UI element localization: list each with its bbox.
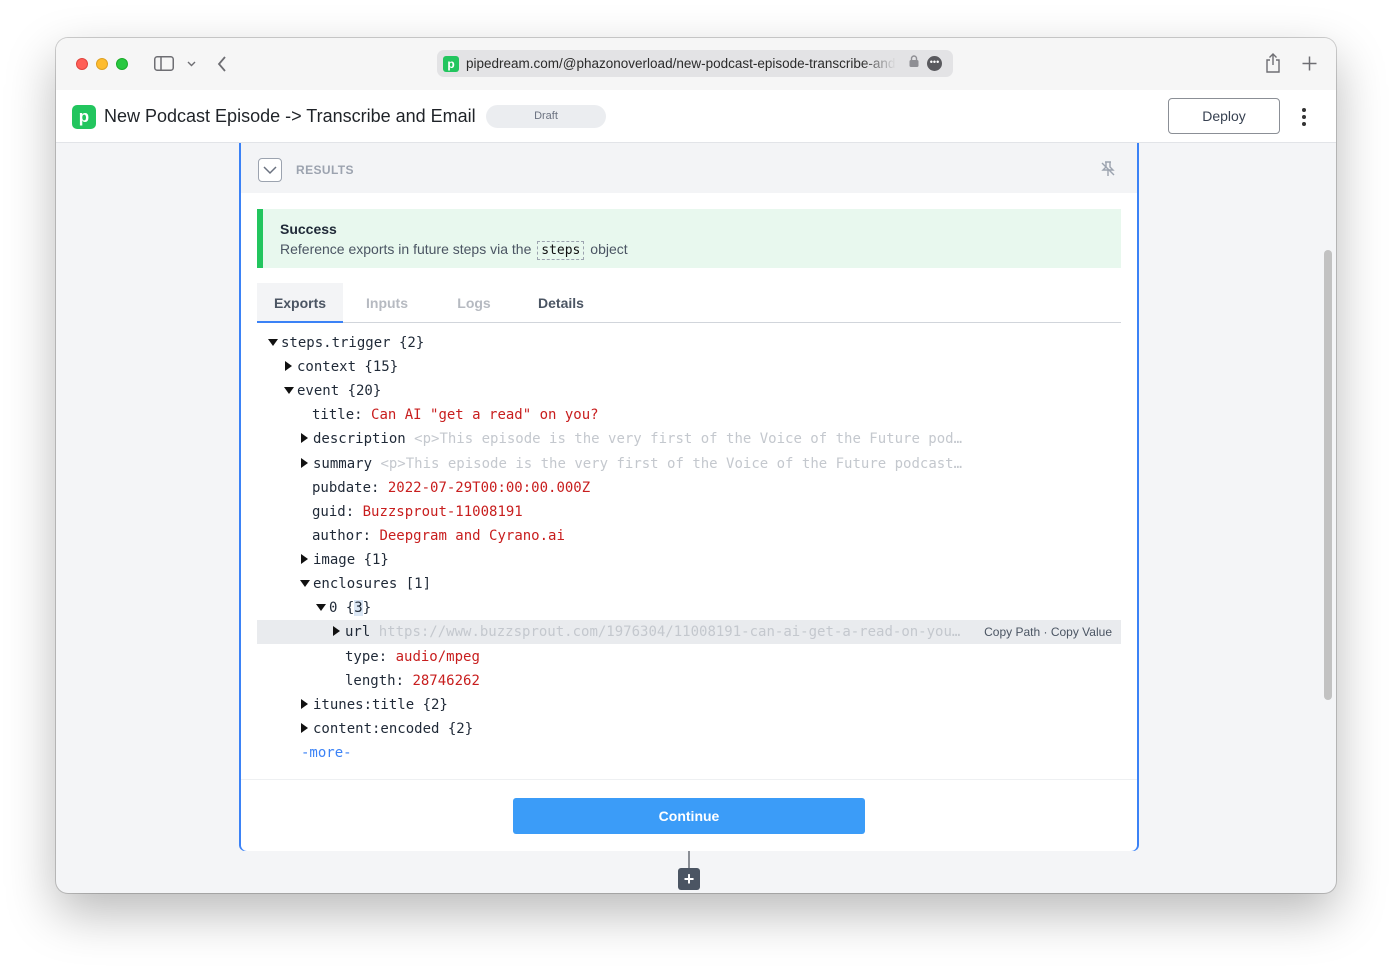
tree-leaf-type[interactable]: type: audio/mpeg xyxy=(257,645,1121,669)
lock-icon xyxy=(909,55,919,67)
sidebar-toggle-icon[interactable] xyxy=(154,56,174,71)
expanded-icon[interactable] xyxy=(316,603,326,611)
more-icon[interactable]: ••• xyxy=(927,56,942,71)
kebab-menu-icon[interactable] xyxy=(1302,108,1306,129)
success-message-suffix: object xyxy=(590,241,628,257)
success-banner: Success Reference exports in future step… xyxy=(257,209,1121,268)
minimize-window-button[interactable] xyxy=(96,58,108,70)
tree-node-summary[interactable]: summary <p>This episode is the very firs… xyxy=(257,452,1121,476)
tree-node-itunes-title[interactable]: itunes:title {2} xyxy=(257,693,1121,717)
tab-details[interactable]: Details xyxy=(533,283,589,323)
add-step-button[interactable]: + xyxy=(678,868,700,890)
type-value: audio/mpeg xyxy=(395,649,480,665)
tree-node-content-encoded[interactable]: content:encoded {2} xyxy=(257,717,1121,741)
length-value: 28746262 xyxy=(412,673,480,689)
expanded-icon[interactable] xyxy=(284,386,294,394)
collapsed-icon[interactable] xyxy=(285,361,292,371)
tree-node-image[interactable]: image {1} xyxy=(257,548,1121,572)
results-tabs: Exports Inputs Logs Details xyxy=(257,283,1121,323)
summary-preview: <p>This episode is the very first of the… xyxy=(380,456,963,472)
card-footer: Continue xyxy=(241,779,1137,851)
tree-leaf-guid[interactable]: guid: Buzzsprout-11008191 xyxy=(257,500,1121,524)
more-link[interactable]: -more- xyxy=(257,741,1121,765)
pubdate-value: 2022-07-29T00:00:00.000Z xyxy=(387,480,591,496)
share-icon[interactable] xyxy=(1265,53,1281,73)
continue-button[interactable]: Continue xyxy=(513,798,865,834)
expanded-icon[interactable] xyxy=(268,338,278,346)
tree-node-url[interactable]: url https://www.buzzsprout.com/1976304/1… xyxy=(257,620,1121,644)
chevron-down-icon[interactable] xyxy=(187,61,196,67)
zoom-window-button[interactable] xyxy=(116,58,128,70)
collapsed-icon[interactable] xyxy=(301,723,308,733)
url-preview: https://www.buzzsprout.com/1976304/11008… xyxy=(378,624,961,640)
collapsed-icon[interactable] xyxy=(301,458,308,468)
close-window-button[interactable] xyxy=(76,58,88,70)
site-favicon: p xyxy=(443,55,459,72)
copy-path-value-actions[interactable]: Copy Path · Copy Value xyxy=(984,620,1112,644)
tab-inputs[interactable]: Inputs xyxy=(357,283,417,323)
collapsed-icon[interactable] xyxy=(301,699,308,709)
tree-node-enclosures[interactable]: enclosures [1] xyxy=(257,572,1121,596)
deploy-button[interactable]: Deploy xyxy=(1168,98,1280,134)
chevron-down-icon xyxy=(263,166,277,175)
tree-node-event[interactable]: event {20} xyxy=(257,379,1121,403)
author-value: Deepgram and Cyrano.ai xyxy=(379,528,565,544)
description-preview: <p>This episode is the very first of the… xyxy=(414,431,963,447)
tree-node-enclosure-0[interactable]: 0 {3} xyxy=(257,596,1121,620)
workflow-title[interactable]: New Podcast Episode -> Transcribe and Em… xyxy=(104,106,476,127)
collapse-results-button[interactable] xyxy=(258,158,282,182)
step-card: RESULTS Success Reference exports in fut… xyxy=(239,143,1139,851)
steps-code-chip: steps xyxy=(537,241,585,260)
url-text[interactable]: pipedream.com/@phazonoverload/new-podcas… xyxy=(466,56,896,71)
collapsed-icon[interactable] xyxy=(301,554,308,564)
browser-toolbar: p pipedream.com/@phazonoverload/new-podc… xyxy=(56,38,1336,90)
title-value: Can AI "get a read" on you? xyxy=(371,407,599,423)
unpin-icon[interactable] xyxy=(1099,160,1117,178)
pipedream-logo[interactable]: p xyxy=(72,105,96,129)
guid-value: Buzzsprout-11008191 xyxy=(362,504,523,520)
status-badge: Draft xyxy=(486,105,606,128)
address-bar[interactable]: p pipedream.com/@phazonoverload/new-podc… xyxy=(437,50,953,77)
collapsed-icon[interactable] xyxy=(301,433,308,443)
tree-leaf-pubdate[interactable]: pubdate: 2022-07-29T00:00:00.000Z xyxy=(257,476,1121,500)
app-header: p New Podcast Episode -> Transcribe and … xyxy=(56,90,1336,143)
back-icon[interactable] xyxy=(217,56,227,72)
success-message-text: Reference exports in future steps via th… xyxy=(280,241,532,257)
results-header: RESULTS xyxy=(241,143,1137,193)
expanded-icon[interactable] xyxy=(300,579,310,587)
tree-node-context[interactable]: context {15} xyxy=(257,355,1121,379)
success-message: Reference exports in future steps via th… xyxy=(280,241,628,260)
tree-leaf-title[interactable]: title: Can AI "get a read" on you? xyxy=(257,403,1121,427)
tab-logs[interactable]: Logs xyxy=(447,283,501,323)
success-title: Success xyxy=(280,221,337,237)
step-connector xyxy=(688,851,690,869)
results-label: RESULTS xyxy=(296,163,354,177)
tab-exports[interactable]: Exports xyxy=(257,283,343,323)
tree-leaf-author[interactable]: author: Deepgram and Cyrano.ai xyxy=(257,524,1121,548)
tree-node-description[interactable]: description <p>This episode is the very … xyxy=(257,427,1121,451)
browser-window: p pipedream.com/@phazonoverload/new-podc… xyxy=(56,38,1336,893)
tree-leaf-length[interactable]: length: 28746262 xyxy=(257,669,1121,693)
collapsed-icon[interactable] xyxy=(333,626,340,636)
scrollbar[interactable] xyxy=(1324,250,1332,700)
new-tab-icon[interactable] xyxy=(1302,56,1317,71)
tree-node-steps-trigger[interactable]: steps.trigger {2} xyxy=(257,331,1121,355)
